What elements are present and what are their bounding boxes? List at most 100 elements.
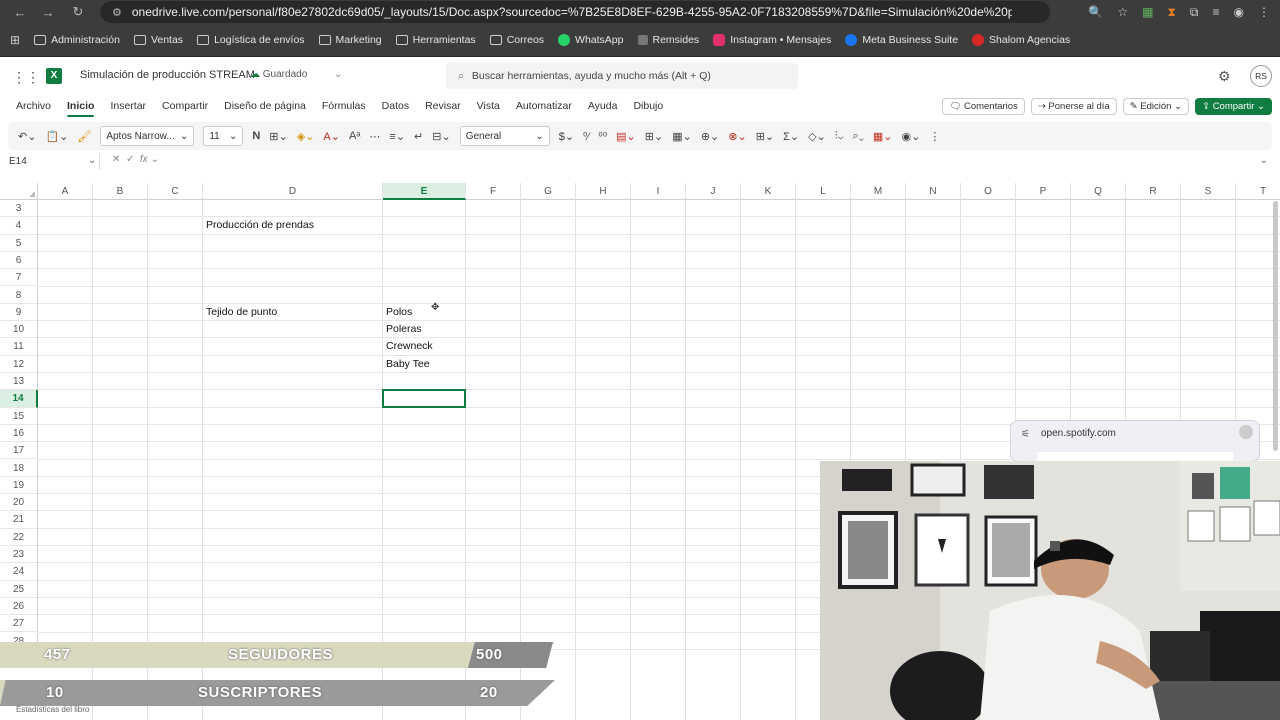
tab-ayuda[interactable]: Ayuda <box>588 100 618 112</box>
font-name-select[interactable]: Aptos Narrow... ⌄ <box>100 126 195 146</box>
tab-dibujo[interactable]: Dibujo <box>633 100 663 112</box>
paste-icon[interactable]: 📋⌄ <box>45 130 68 143</box>
name-box[interactable]: E14 <box>6 154 100 170</box>
enter-icon[interactable]: ✓ <box>126 154 134 165</box>
cell-e11[interactable]: Crewneck <box>386 340 433 352</box>
select-all-corner[interactable] <box>0 183 38 200</box>
extension-icon[interactable]: ▦ <box>1142 5 1153 19</box>
add-ins-icon[interactable]: ▦⌄ <box>873 130 893 143</box>
row-header-24[interactable]: 24 <box>0 563 38 581</box>
column-header-r[interactable]: R <box>1126 183 1181 200</box>
zoom-icon[interactable]: 🔍 <box>1088 5 1103 19</box>
tab-inicio[interactable]: Inicio <box>67 100 95 117</box>
format-table-icon[interactable]: ⊞⌄ <box>645 130 663 143</box>
bookmark-link[interactable]: Meta Business Suite <box>845 34 958 46</box>
row-header-22[interactable]: 22 <box>0 528 38 546</box>
saved-status[interactable]: ☁ Guardado ⌄ <box>250 69 342 80</box>
borders-icon[interactable]: ⊞⌄ <box>269 130 287 143</box>
row-header-11[interactable]: 11 <box>0 338 38 356</box>
row-header-26[interactable]: 26 <box>0 597 38 616</box>
cell-e9[interactable]: Polos <box>386 306 412 318</box>
row-header-14[interactable]: 14 <box>0 390 38 408</box>
reading-list-icon[interactable]: ≡ <box>1213 5 1220 19</box>
back-icon[interactable]: ← <box>8 5 32 20</box>
reload-icon[interactable]: ↻ <box>66 4 90 20</box>
fill-color-icon[interactable]: ◈⌄ <box>297 130 315 143</box>
row-header-19[interactable]: 19 <box>0 476 38 495</box>
settings-gear-icon[interactable]: ⚙ <box>1218 68 1231 85</box>
workbook-stats-link[interactable]: Estadísticas del libro <box>16 705 89 714</box>
row-header-4[interactable]: 4 <box>0 217 38 235</box>
column-header-q[interactable]: Q <box>1071 183 1126 200</box>
bookmark-star-icon[interactable]: ☆ <box>1117 5 1128 19</box>
column-header-t[interactable]: T <box>1236 183 1280 200</box>
address-bar[interactable]: ⚙ onedrive.live.com/personal/f80e27802dc… <box>100 1 1050 23</box>
tab-revisar[interactable]: Revisar <box>425 100 461 112</box>
cell-e12[interactable]: Baby Tee <box>386 358 430 370</box>
cell-styles-icon[interactable]: ▦⌄ <box>672 130 692 143</box>
forward-icon[interactable]: → <box>36 5 60 20</box>
bookmark-folder[interactable]: Ventas <box>133 34 183 46</box>
ribbon-more-icon[interactable]: ⋮ <box>929 130 940 143</box>
tab-datos[interactable]: Datos <box>382 100 409 112</box>
site-info-icon[interactable]: ⚙ <box>112 6 122 19</box>
column-header-m[interactable]: M <box>851 183 906 200</box>
bookmark-link[interactable]: Remsides <box>637 34 699 46</box>
search-box[interactable]: ⌕ Buscar herramientas, ayuda y mucho más… <box>446 63 798 89</box>
column-header-n[interactable]: N <box>906 183 961 200</box>
font-color-icon[interactable]: A⌄ <box>323 130 340 143</box>
tab-archivo[interactable]: Archivo <box>16 100 51 112</box>
column-header-b[interactable]: B <box>93 183 148 200</box>
document-title[interactable]: Simulación de producción STREAM <box>80 69 255 81</box>
font-size-select[interactable]: 11 ⌄ <box>203 126 244 146</box>
row-header-5[interactable]: 5 <box>0 234 38 252</box>
apps-grid-icon[interactable]: ⊞ <box>10 33 20 47</box>
column-header-e[interactable]: E <box>383 183 466 200</box>
row-header-20[interactable]: 20 <box>0 494 38 512</box>
format-painter-icon[interactable]: 🖌 <box>77 130 91 143</box>
row-header-6[interactable]: 6 <box>0 251 38 270</box>
decimal-increase-icon[interactable]: ⁰⁰ <box>598 130 607 143</box>
conditional-format-icon[interactable]: ▤⌄ <box>616 130 636 143</box>
tab-compartir[interactable]: Compartir <box>162 100 208 112</box>
column-header-o[interactable]: O <box>961 183 1016 200</box>
row-header-12[interactable]: 12 <box>0 355 38 373</box>
user-avatar[interactable]: RS <box>1250 65 1272 87</box>
sort-filter-icon[interactable]: ⫶⌄ <box>835 130 844 143</box>
close-icon[interactable] <box>1239 425 1253 439</box>
row-header-8[interactable]: 8 <box>0 286 38 304</box>
insert-cells-icon[interactable]: ⊕⌄ <box>701 130 719 143</box>
tab-automatizar[interactable]: Automatizar <box>516 100 572 112</box>
align-icon[interactable]: ≡⌄ <box>389 130 405 143</box>
merge-icon[interactable]: ⊟⌄ <box>432 130 450 143</box>
copilot-icon[interactable]: ◉⌄ <box>902 130 921 143</box>
row-header-23[interactable]: 23 <box>0 546 38 564</box>
column-header-f[interactable]: F <box>466 183 521 200</box>
tab-vista[interactable]: Vista <box>477 100 500 112</box>
tab-formulas[interactable]: Fórmulas <box>322 100 366 112</box>
column-header-c[interactable]: C <box>148 183 203 200</box>
delete-cells-icon[interactable]: ⊗⌄ <box>728 130 746 143</box>
column-header-p[interactable]: P <box>1016 183 1071 200</box>
cancel-icon[interactable]: ✕ <box>112 154 120 165</box>
extension-icon[interactable]: ⧗ <box>1167 5 1175 20</box>
column-header-g[interactable]: G <box>521 183 576 200</box>
row-header-7[interactable]: 7 <box>0 269 38 287</box>
more-options-icon[interactable]: ⋯ <box>369 130 380 143</box>
autosum-icon[interactable]: Σ⌄ <box>783 130 799 143</box>
bookmark-link[interactable]: WhatsApp <box>558 34 624 46</box>
chevron-down-icon[interactable]: ⌄ <box>88 155 96 166</box>
column-header-i[interactable]: I <box>631 183 686 200</box>
expand-formula-icon[interactable]: ⌄ <box>1260 155 1268 166</box>
decimal-decrease-icon[interactable]: ⁰⁄ <box>583 130 589 143</box>
bold-button[interactable]: N <box>252 130 260 142</box>
extensions-puzzle-icon[interactable]: ⧉ <box>1190 5 1199 20</box>
spotify-popup[interactable]: ⚟ open.spotify.com <box>1010 420 1260 462</box>
bookmark-folder[interactable]: Logística de envíos <box>197 34 305 46</box>
row-header-10[interactable]: 10 <box>0 321 38 339</box>
cell-d4[interactable]: Producción de prendas <box>206 219 314 231</box>
column-header-s[interactable]: S <box>1181 183 1236 200</box>
number-format-select[interactable]: General ⌄ <box>459 126 550 146</box>
tab-insertar[interactable]: Insertar <box>110 100 146 112</box>
row-header-27[interactable]: 27 <box>0 615 38 633</box>
